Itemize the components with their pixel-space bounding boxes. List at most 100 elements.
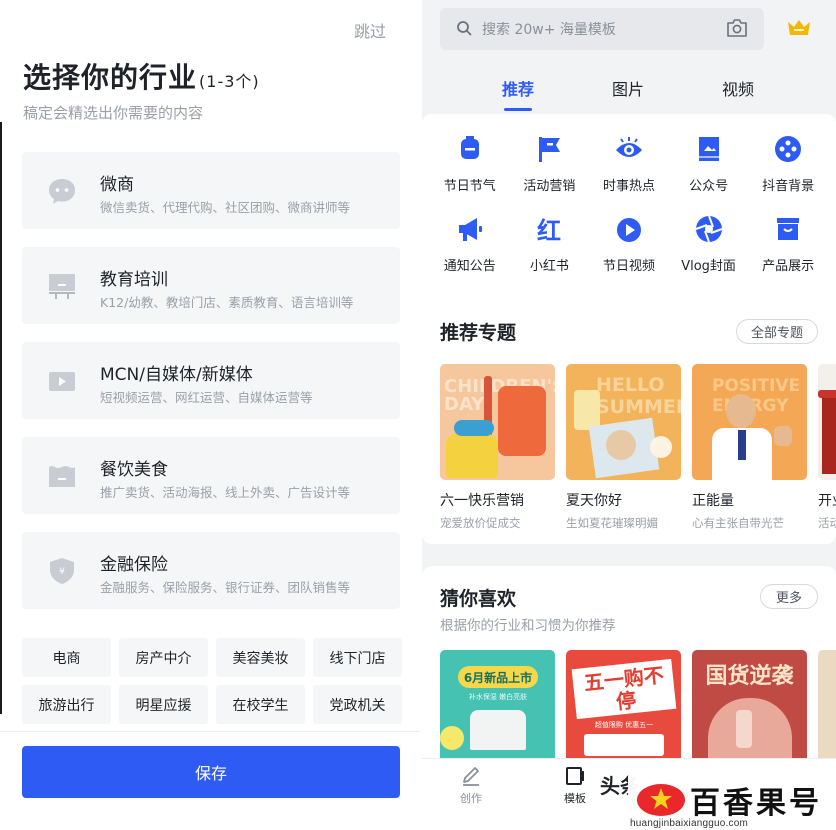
template-home-panel: 搜索 20w+ 海量模板 推荐 图片 视频 节日节气 活动营销 时事热点 公众号…: [422, 0, 836, 830]
industry-tag[interactable]: 美容美妆: [216, 638, 305, 677]
play-icon: [616, 218, 641, 242]
page-title-text: 选择你的行业: [23, 61, 198, 94]
industry-tag[interactable]: 明星应援: [119, 685, 208, 724]
food-bowl-icon: [49, 466, 75, 487]
topic-name: 正能量: [692, 493, 734, 509]
category-douyin-bg[interactable]: 抖音背景: [748, 134, 828, 194]
category-label: 公众号: [689, 179, 729, 194]
industry-desc: 短视频运营、网红运营、自媒体运营等: [100, 390, 313, 405]
tab-recommend[interactable]: 推荐: [502, 76, 534, 100]
panel-edge: [0, 122, 2, 714]
industry-option-weishang[interactable]: 微商 微信卖货、代理代购、社区团购、微商讲师等: [22, 152, 400, 229]
watermark: 百香果号 huangjinbaixiangguo.com: [628, 776, 836, 830]
eye-icon: [615, 137, 642, 157]
category-label: 抖音背景: [762, 179, 815, 194]
save-button[interactable]: 保存: [22, 746, 400, 798]
video-camera-icon: [49, 372, 75, 391]
industry-tag[interactable]: 在校学生: [216, 685, 305, 724]
search-icon: [457, 21, 472, 36]
category-label: 产品展示: [762, 259, 815, 274]
industry-name: 金融保险: [100, 555, 168, 575]
industry-desc: 推广卖货、活动海报、线上外卖、广告设计等: [100, 485, 351, 500]
industry-tag-grid: 电商 房产中介 美容美妆 线下门店 旅游出行 明星应援 在校学生 党政机关: [22, 638, 402, 724]
industry-name: 餐饮美食: [100, 460, 168, 480]
nav-label: 模板: [564, 792, 586, 805]
template-icon: [566, 767, 584, 785]
guess-title: 猜你喜欢: [440, 588, 517, 610]
rec-subtext: 补水保湿 嫩白亮肤: [468, 693, 528, 701]
active-tab-indicator: [504, 108, 532, 111]
topic-thumbnail: [818, 364, 836, 480]
industry-option-mcn[interactable]: MCN/自媒体/新媒体 短视频运营、网红运营、自媒体运营等: [22, 342, 400, 419]
industry-option-food[interactable]: 餐饮美食 推广卖货、活动海报、线上外卖、广告设计等: [22, 437, 400, 514]
category-label: 活动营销: [523, 179, 576, 194]
category-festival[interactable]: 节日节气: [430, 134, 510, 194]
industry-tag[interactable]: 房产中介: [119, 638, 208, 677]
flag-icon: [539, 137, 561, 162]
industry-desc: K12/幼教、教培门店、素质教育、语言培训等: [100, 295, 354, 310]
pen-icon: [463, 767, 479, 786]
skip-button[interactable]: 跳过: [354, 18, 386, 42]
industry-name: 教育培训: [100, 270, 168, 290]
nav-label: 创作: [460, 792, 482, 805]
category-xiaohongshu[interactable]: 红 小红书: [510, 214, 590, 274]
search-input[interactable]: 搜索 20w+ 海量模板: [440, 8, 764, 50]
svg-text:红: 红: [537, 217, 561, 244]
category-festival-video[interactable]: 节日视频: [589, 214, 669, 274]
category-label: 小红书: [529, 259, 569, 274]
topic-thumbnail: POSITIVE ENERGY: [692, 364, 807, 480]
recommendation-card[interactable]: 国货逆袭: [692, 650, 807, 760]
rec-headline: 五一购不停: [582, 662, 665, 714]
category-notice[interactable]: 通知公告: [430, 214, 510, 274]
page-description: 稿定会精选出你需要的内容: [23, 104, 204, 122]
categories-card: 节日节气 活动营销 时事热点 公众号 抖音背景 通知公告 红 小红书 节日视频 …: [422, 114, 836, 544]
category-label: 时事热点: [602, 179, 655, 194]
recommendation-card[interactable]: [818, 650, 836, 760]
all-topics-button[interactable]: 全部专题: [736, 319, 818, 344]
category-official-account[interactable]: 公众号: [669, 134, 749, 194]
topic-card[interactable]: POSITIVE ENERGY 正能量 心有主张自带光芒: [692, 364, 807, 531]
camera-icon[interactable]: [726, 18, 748, 38]
topic-card[interactable]: HELLO SUMMER 夏天你好 生如夏花璀璨明媚: [566, 364, 681, 531]
topic-name: 六一快乐营销: [440, 493, 524, 509]
blackboard-icon: [49, 274, 75, 299]
category-product[interactable]: 产品展示: [748, 214, 828, 274]
tab-images[interactable]: 图片: [612, 76, 644, 100]
industry-tag[interactable]: 党政机关: [313, 685, 402, 724]
divider: [0, 731, 420, 732]
aperture-icon: [695, 215, 722, 243]
rec-headline: 国货逆袭: [705, 663, 794, 689]
industry-name: 微商: [100, 175, 134, 195]
nav-create[interactable]: 创作: [460, 765, 482, 806]
box-icon: [777, 218, 800, 240]
recommendation-card[interactable]: 6月新品上市 补水保湿 嫩白亮肤: [440, 650, 555, 760]
nav-templates[interactable]: 模板: [564, 765, 586, 806]
book-icon: [698, 137, 719, 161]
crown-icon[interactable]: [786, 18, 812, 38]
category-label: 节日视频: [602, 259, 655, 274]
industry-option-education[interactable]: 教育培训 K12/幼教、教培门店、素质教育、语言培训等: [22, 247, 400, 324]
topic-card[interactable]: CHILDREN'S DAY 六一快乐营销 宠爱放价促成交: [440, 364, 555, 531]
industry-option-finance[interactable]: ¥ 金融保险 金融服务、保险服务、银行证券、团队销售等: [22, 532, 400, 609]
industry-name: MCN/自媒体/新媒体: [100, 365, 253, 385]
industry-tag[interactable]: 旅游出行: [22, 685, 111, 724]
thumb-text: HELLO SUMMER: [596, 374, 681, 418]
page-title-limit: (1-3个): [199, 72, 260, 91]
topic-card[interactable]: 开业 活动: [818, 364, 836, 531]
industry-desc: 金融服务、保险服务、银行证券、团队销售等: [100, 580, 351, 595]
industry-tag[interactable]: 电商: [22, 638, 111, 677]
industry-tag[interactable]: 线下门店: [313, 638, 402, 677]
tab-videos[interactable]: 视频: [722, 76, 754, 100]
category-vlog-cover[interactable]: Vlog封面: [669, 214, 749, 274]
category-trending[interactable]: 时事热点: [589, 134, 669, 194]
topic-thumbnail: HELLO SUMMER: [566, 364, 681, 480]
more-button[interactable]: 更多: [760, 584, 818, 609]
topic-desc: 活动: [818, 516, 836, 530]
recommendation-card[interactable]: 五一购不停 超值限购 优惠五一: [566, 650, 681, 760]
shield-icon: ¥: [50, 558, 74, 584]
topic-desc: 生如夏花璀璨明媚: [566, 516, 658, 530]
category-label: 节日节气: [443, 179, 496, 194]
lantern-icon: [460, 136, 479, 159]
category-marketing[interactable]: 活动营销: [510, 134, 590, 194]
red-book-icon: 红: [537, 217, 561, 244]
